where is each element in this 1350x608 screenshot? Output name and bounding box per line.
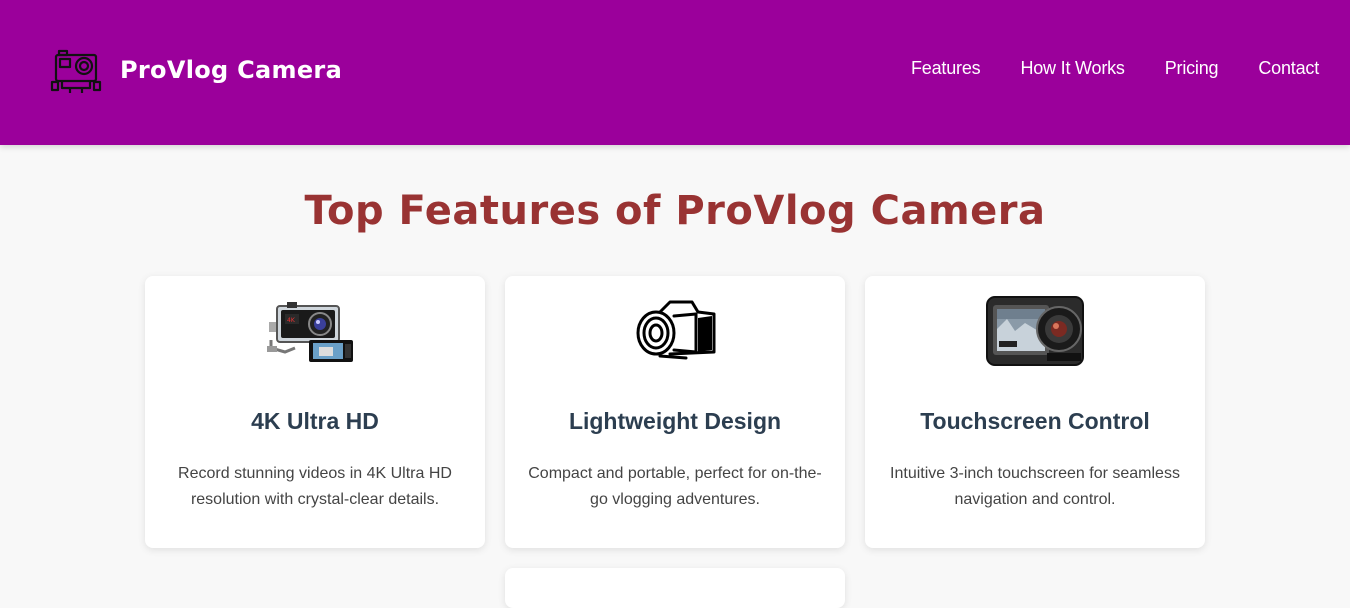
feature-card-lightweight: Lightweight Design Compact and portable,…	[505, 276, 845, 548]
nav-link-how-it-works[interactable]: How It Works	[1020, 58, 1124, 79]
nav-link-features[interactable]: Features	[911, 58, 981, 79]
feature-card-4k: 4K 4K Ultra HD Record stunning videos in…	[145, 276, 485, 548]
brand[interactable]: ProVlog Camera	[50, 44, 342, 96]
camera-sketch-icon	[636, 300, 716, 360]
nav-link-pricing[interactable]: Pricing	[1165, 58, 1219, 79]
feature-card-description: Record stunning videos in 4K Ultra HD re…	[178, 465, 452, 508]
feature-card-touchscreen: Touchscreen Control Intuitive 3-inch tou…	[865, 276, 1205, 548]
svg-text:4K: 4K	[287, 317, 296, 324]
feature-image-wrap	[505, 296, 845, 366]
feature-image-wrap	[865, 296, 1205, 366]
features-title: Top Features of ProVlog Camera	[304, 188, 1046, 234]
feature-card-title: Touchscreen Control	[920, 408, 1150, 434]
feature-card-description: Intuitive 3-inch touchscreen for seamles…	[890, 465, 1180, 508]
action-camera-kit-image: 4K	[267, 302, 353, 362]
feature-card-title: 4K Ultra HD	[251, 408, 379, 434]
feature-image-wrap: 4K	[145, 296, 485, 366]
site-header: ProVlog Camera Features How It Works Pri…	[0, 0, 1350, 145]
feature-card-partial	[505, 568, 845, 608]
main-nav: Features How It Works Pricing Contact	[911, 58, 1319, 79]
feature-card-title: Lightweight Design	[568, 408, 782, 434]
feature-card-description: Compact and portable, perfect for on-the…	[528, 465, 822, 508]
action-camera-icon	[50, 49, 102, 93]
nav-link-contact[interactable]: Contact	[1258, 58, 1319, 79]
brand-name: ProVlog Camera	[120, 56, 343, 84]
touchscreen-camera-image	[986, 296, 1084, 366]
